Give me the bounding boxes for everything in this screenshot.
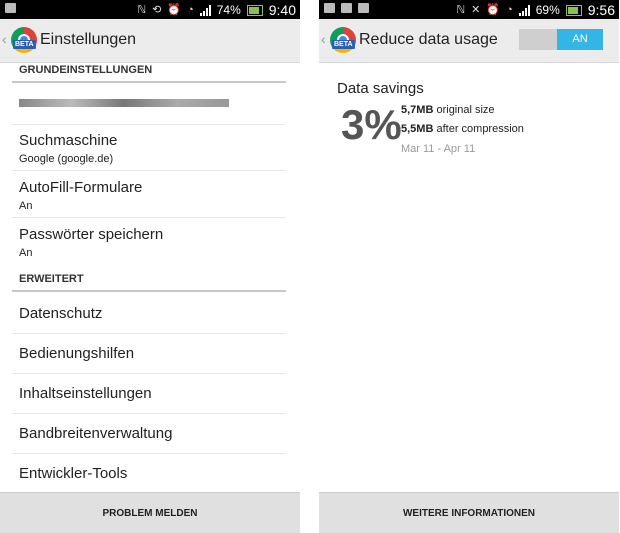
wifi-icon: ◔ [187, 4, 194, 16]
settings-screen: ℕ ⟲ ⏰ ◔ 74% 9:40 ‹ BETA Einstellungen GR… [0, 0, 300, 533]
clock: 9:56 [587, 2, 615, 18]
item-title: Inhaltseinstellungen [19, 385, 152, 402]
item-title: Datenschutz [19, 305, 103, 322]
settings-item-accessibility[interactable]: Bedienungshilfen [12, 334, 286, 374]
nfc-icon: ℕ [456, 4, 466, 16]
clock: 9:40 [268, 2, 296, 18]
data-saver-toggle[interactable]: AN [519, 29, 603, 50]
alarm-icon: ⏰ [486, 4, 501, 16]
data-savings-title: Data savings [337, 80, 424, 97]
action-bar: ‹ BETA Einstellungen [0, 19, 300, 63]
item-title: Bedienungshilfen [19, 345, 135, 362]
back-chevron-icon[interactable]: ‹ [2, 31, 7, 47]
compressed-size-line: 5,5MB after compression [401, 123, 524, 135]
account-row[interactable] [12, 85, 286, 125]
status-bar: ℕ ⟲ ⏰ ◔ 74% 9:40 [0, 0, 300, 19]
section-header-basic: GRUNDEINSTELLUNGEN [12, 63, 286, 83]
more-info-button[interactable]: WEITERE INFORMATIONEN [319, 492, 619, 533]
status-bar: ℕ ✕ ⏰ ◔ 69% 9:56 [319, 0, 619, 19]
nfc-icon: ℕ [137, 4, 147, 16]
beta-badge: BETA [13, 40, 36, 49]
signal-icon [518, 4, 530, 16]
item-title: Bandbreitenverwaltung [19, 425, 173, 442]
beta-badge: BETA [332, 40, 355, 49]
notification-icon [324, 3, 335, 13]
date-range: Mar 11 - Apr 11 [401, 143, 476, 155]
mute-icon: ✕ [471, 4, 481, 16]
page-title: Einstellungen [40, 31, 137, 48]
savings-percent: 3% [341, 101, 402, 148]
reduce-data-usage-screen: ℕ ✕ ⏰ ◔ 69% 9:56 ‹ BETA Reduce data usag… [319, 0, 619, 533]
compressed-size-value: 5,5MB [401, 123, 434, 135]
item-title: Passwörter speichern [19, 226, 164, 243]
battery-icon [246, 4, 263, 16]
report-problem-button[interactable]: PROBLEM MELDEN [0, 492, 300, 533]
item-title: AutoFill-Formulare [19, 179, 143, 196]
alarm-icon: ⏰ [167, 4, 182, 16]
settings-item-developer-tools[interactable]: Entwickler-Tools [12, 454, 286, 492]
original-size-label: original size [436, 104, 495, 116]
action-bar: ‹ BETA Reduce data usage AN [319, 19, 619, 63]
battery-icon [565, 4, 582, 16]
settings-item-bandwidth[interactable]: Bandbreitenverwaltung [12, 414, 286, 454]
item-subtitle: Google (google.de) [19, 153, 114, 165]
signal-icon [199, 4, 211, 16]
item-subtitle: An [19, 247, 33, 259]
item-title: Entwickler-Tools [19, 465, 128, 482]
settings-item-content-settings[interactable]: Inhaltseinstellungen [12, 374, 286, 414]
rotation-icon: ⟲ [152, 4, 162, 16]
toggle-on-label: AN [557, 29, 603, 50]
redacted-account [19, 99, 229, 107]
battery-percent: 74% [216, 3, 241, 17]
section-header-advanced: ERWEITERT [12, 272, 286, 292]
settings-item-save-passwords[interactable]: Passwörter speichern An [12, 218, 286, 265]
battery-percent: 69% [535, 3, 560, 17]
page-title: Reduce data usage [359, 31, 498, 48]
play-icon [358, 3, 369, 13]
original-size-value: 5,7MB [401, 104, 434, 116]
settings-item-privacy[interactable]: Datenschutz [12, 294, 286, 334]
notification-icon [5, 3, 16, 13]
mail-icon [341, 3, 352, 13]
settings-item-search-engine[interactable]: Suchmaschine Google (google.de) [12, 125, 286, 171]
compressed-size-label: after compression [436, 123, 524, 135]
original-size-line: 5,7MB original size [401, 104, 495, 116]
settings-item-autofill[interactable]: AutoFill-Formulare An [12, 171, 286, 218]
item-title: Suchmaschine [19, 132, 118, 149]
item-subtitle: An [19, 200, 33, 212]
wifi-icon: ◔ [506, 4, 513, 16]
back-chevron-icon[interactable]: ‹ [321, 31, 326, 47]
